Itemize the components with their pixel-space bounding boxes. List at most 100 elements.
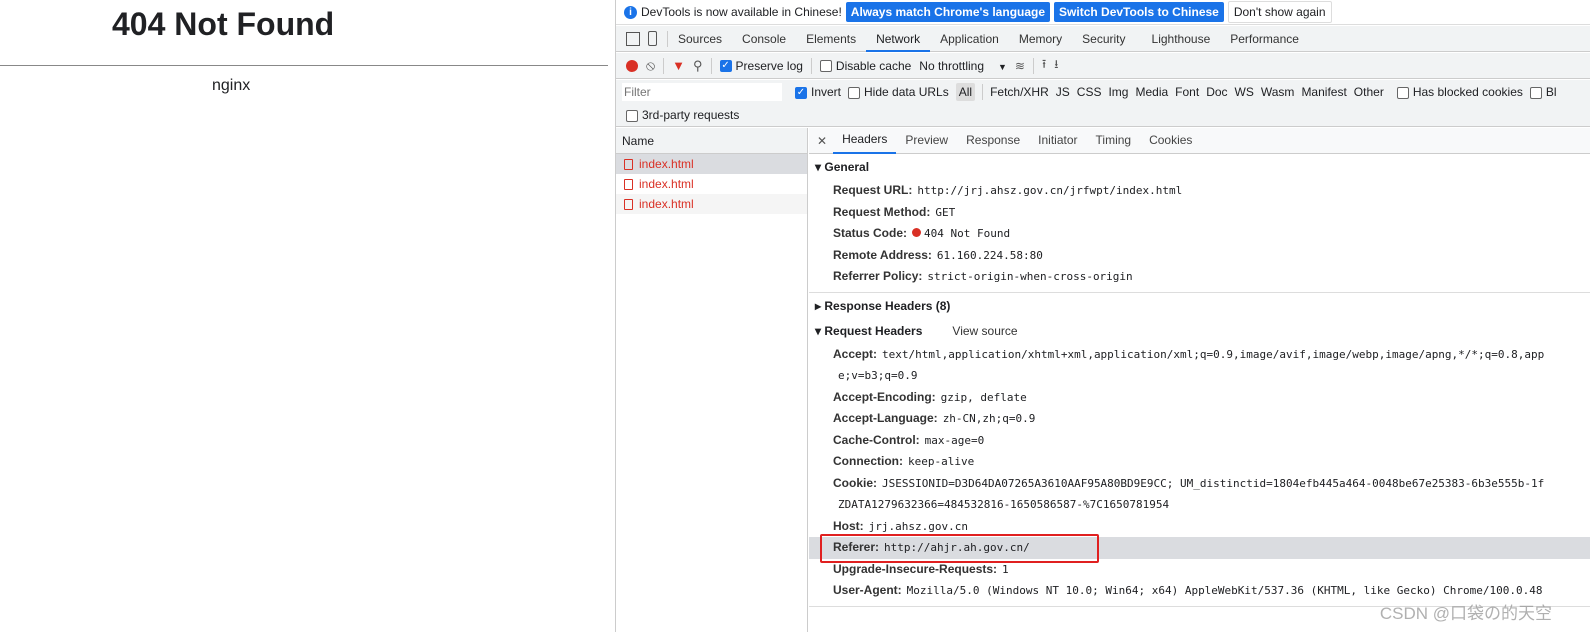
network-toolbar: ⦸ ▼ ⚲ ✓ Preserve log Disable cache No thr…: [616, 53, 1590, 79]
header-value: jrj.ahsz.gov.cn: [868, 519, 969, 533]
throttling-select[interactable]: No throttling ▼: [919, 59, 1007, 73]
request-row[interactable]: index.html: [616, 194, 807, 214]
tab-application[interactable]: Application: [930, 26, 1009, 52]
header-value: GET: [935, 205, 956, 219]
header-row: Request Method: GET: [809, 202, 1590, 224]
header-key: Accept:: [833, 346, 878, 361]
watermark: CSDN @口袋の的天空: [1379, 604, 1552, 623]
header-key: Connection:: [833, 454, 903, 468]
request-row[interactable]: index.html: [616, 174, 807, 194]
upload-icon[interactable]: ⭱: [1042, 55, 1046, 76]
filter-type-ws[interactable]: WS: [1235, 85, 1254, 99]
tab-cookies[interactable]: Cookies: [1140, 128, 1201, 153]
header-row: Accept-Language: zh-CN,zh;q=0.9: [809, 408, 1590, 430]
has-blocked-cookies-checkbox[interactable]: Has blocked cookies: [1396, 85, 1523, 99]
header-value: http://jrj.ahsz.gov.cn/jrfwpt/index.html: [917, 184, 1183, 197]
document-icon: [624, 178, 633, 190]
invert-checkbox[interactable]: ✓ Invert: [795, 85, 841, 99]
header-key: Host:: [833, 518, 864, 533]
header-row: Status Code: 404 Not Found: [809, 223, 1590, 245]
separator: [663, 57, 665, 74]
filter-type-media[interactable]: Media: [1135, 85, 1168, 99]
filter-type-font[interactable]: Font: [1175, 85, 1199, 99]
document-icon: [624, 198, 633, 210]
hide-data-urls-checkbox[interactable]: Hide data URLs: [848, 85, 949, 99]
tab-response[interactable]: Response: [957, 128, 1029, 153]
dont-show-again-button[interactable]: Don't show again: [1227, 1, 1332, 23]
header-value: keep-alive: [908, 455, 975, 468]
filter-type-manifest[interactable]: Manifest: [1301, 85, 1346, 99]
highlight-box: [820, 534, 1099, 563]
response-headers-toggle[interactable]: ▸ Response Headers (8): [809, 291, 1590, 318]
tab-memory[interactable]: Memory: [1009, 26, 1072, 52]
filter-type-fetch-xhr[interactable]: Fetch/XHR: [990, 85, 1049, 99]
preserve-log-checkbox[interactable]: ✓ Preserve log: [719, 59, 803, 73]
filter-type-other[interactable]: Other: [1354, 85, 1384, 99]
separator: [810, 57, 812, 74]
filter-input[interactable]: [622, 83, 782, 101]
header-value: 61.160.224.58:80: [936, 248, 1043, 262]
filter-type-img[interactable]: Img: [1108, 85, 1128, 99]
match-language-button[interactable]: Always match Chrome's language: [845, 2, 1051, 22]
header-value: strict-origin-when-cross-origin: [927, 270, 1133, 283]
tab-lighthouse[interactable]: Lighthouse: [1142, 26, 1221, 52]
header-row: Remote Address: 61.160.224.58:80: [809, 245, 1590, 267]
header-row: Connection: keep-alive: [809, 451, 1590, 473]
filter-type-wasm[interactable]: Wasm: [1261, 85, 1295, 99]
browser-page: 404 Not Found nginx: [0, 0, 615, 632]
header-key: Upgrade-Insecure-Requests:: [833, 561, 998, 576]
header-key: Cache-Control:: [833, 432, 920, 447]
header-key: Status Code:: [833, 226, 908, 240]
request-headers-toggle[interactable]: ▾ Request Headers View source: [809, 318, 1590, 344]
header-value: JSESSIONID=D3D64DA07265A3610AAF95A80BD9E…: [882, 476, 1545, 490]
tab-elements[interactable]: Elements: [796, 26, 866, 52]
header-row: Referrer Policy: strict-origin-when-cross…: [809, 266, 1590, 288]
document-icon: [624, 158, 633, 170]
disable-cache-checkbox[interactable]: Disable cache: [819, 59, 911, 73]
header-key: Remote Address:: [833, 247, 932, 262]
inspect-element-icon[interactable]: [626, 31, 640, 46]
tab-timing[interactable]: Timing: [1087, 128, 1141, 153]
tab-sources[interactable]: Sources: [668, 26, 732, 52]
general-section-toggle[interactable]: ▾ General: [809, 154, 1590, 180]
blocked-requests-checkbox[interactable]: Bl: [1529, 85, 1557, 99]
tab-initiator[interactable]: Initiator: [1029, 128, 1086, 153]
name-column-header[interactable]: Name: [616, 128, 807, 154]
header-value: max-age=0: [924, 433, 985, 447]
infobar-message: DevTools is now available in Chinese!: [641, 5, 842, 19]
page-title: 404 Not Found: [112, 6, 335, 42]
header-value: ZDATA1279632366=484532816-1650586587-%7C…: [838, 498, 1170, 511]
filter-type-js[interactable]: JS: [1056, 85, 1070, 99]
filter-icon[interactable]: ▼: [672, 58, 685, 73]
filter-type-css[interactable]: CSS: [1077, 85, 1102, 99]
separator: [1032, 57, 1034, 74]
download-icon[interactable]: ⭳: [1054, 55, 1058, 76]
close-icon[interactable]: ✕: [817, 134, 827, 148]
tab-console[interactable]: Console: [732, 26, 796, 52]
tab-security[interactable]: Security: [1072, 26, 1135, 52]
divider: [0, 65, 608, 66]
separator: [982, 84, 984, 100]
tab-performance[interactable]: Performance: [1220, 26, 1309, 52]
header-key: Accept-Encoding:: [833, 389, 936, 404]
third-party-checkbox[interactable]: 3rd-party requests: [626, 108, 739, 122]
header-row: ZDATA1279632366=484532816-1650586587-%7C…: [809, 494, 1590, 516]
device-toolbar-icon[interactable]: [648, 31, 657, 46]
clear-icon[interactable]: ⦸: [646, 57, 655, 74]
filter-type-all[interactable]: All: [955, 83, 976, 101]
tab-network[interactable]: Network: [866, 26, 931, 52]
search-icon[interactable]: ⚲: [693, 58, 703, 74]
tab-preview[interactable]: Preview: [896, 128, 957, 153]
header-key: Request URL:: [833, 183, 913, 197]
network-conditions-icon[interactable]: ≋: [1015, 59, 1025, 73]
tab-headers[interactable]: Headers: [833, 127, 897, 154]
status-error-icon: [912, 228, 922, 237]
filter-type-doc[interactable]: Doc: [1206, 85, 1227, 99]
switch-chinese-button[interactable]: Switch DevTools to Chinese: [1054, 2, 1224, 22]
detail-tabs: ✕ Headers Preview Response Initiator Tim…: [809, 128, 1590, 154]
record-icon[interactable]: [626, 59, 638, 72]
request-row[interactable]: index.html: [616, 154, 807, 174]
separator: [710, 57, 712, 74]
devtools-tabs: Sources Console Elements Network Applica…: [616, 26, 1590, 52]
view-source-link[interactable]: View source: [952, 324, 1017, 338]
